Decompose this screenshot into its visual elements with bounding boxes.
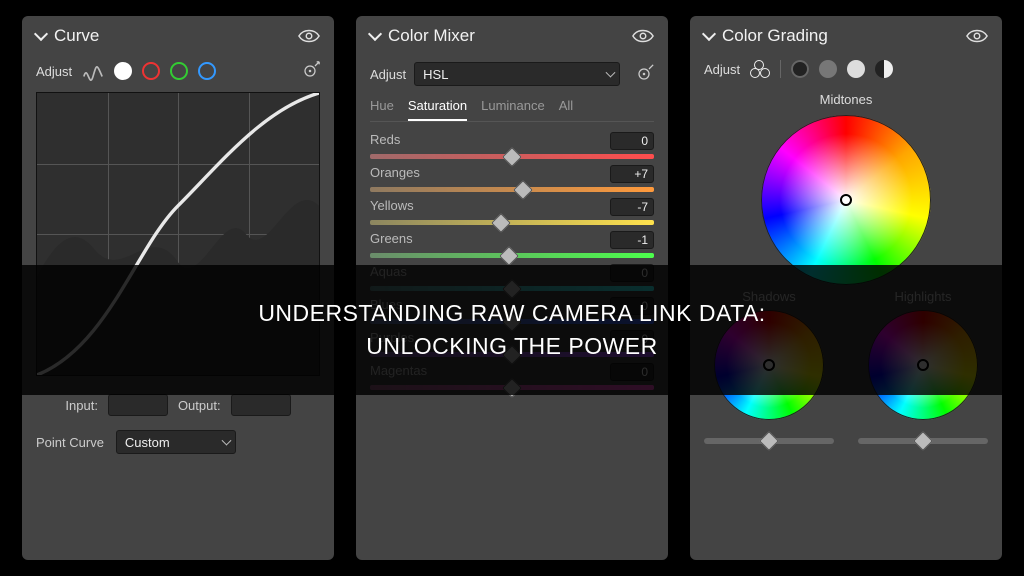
- point-curve-label: Point Curve: [36, 435, 104, 450]
- midtones-label: Midtones: [704, 92, 988, 107]
- slider-track[interactable]: [370, 187, 654, 192]
- slider-track[interactable]: [370, 154, 654, 159]
- slider-label: Greens: [370, 231, 413, 249]
- shadows-wheel-button[interactable]: [791, 60, 809, 78]
- input-label: Input:: [65, 398, 98, 413]
- curve-header[interactable]: Curve: [36, 26, 320, 46]
- highlights-luminance-slider[interactable]: [858, 438, 988, 444]
- point-curve-select[interactable]: Custom: [116, 430, 236, 454]
- slider-value[interactable]: -1: [610, 231, 654, 249]
- three-way-icon[interactable]: [750, 60, 770, 78]
- slider-value[interactable]: -7: [610, 198, 654, 216]
- curve-output-field[interactable]: [231, 394, 291, 416]
- tab-saturation[interactable]: Saturation: [408, 98, 467, 121]
- slider-track[interactable]: [370, 220, 654, 225]
- chevron-down-icon: [368, 27, 382, 41]
- tab-hue[interactable]: Hue: [370, 98, 394, 121]
- mixer-tabs: Hue Saturation Luminance All: [370, 98, 654, 122]
- eye-icon[interactable]: [298, 29, 320, 43]
- tab-luminance[interactable]: Luminance: [481, 98, 545, 121]
- channel-rgb-button[interactable]: [114, 62, 132, 80]
- chevron-down-icon: [702, 27, 716, 41]
- slider-label: Reds: [370, 132, 400, 150]
- slider-label: Yellows: [370, 198, 414, 216]
- midtones-color-wheel[interactable]: [761, 115, 931, 285]
- chevron-down-icon: [34, 27, 48, 41]
- mixer-adjust-select[interactable]: HSL: [414, 62, 620, 86]
- channel-red-button[interactable]: [142, 62, 160, 80]
- targeted-adjust-icon[interactable]: [300, 61, 320, 81]
- slider-label: Oranges: [370, 165, 420, 183]
- slider-oranges: Oranges +7: [370, 165, 654, 192]
- separator: [780, 60, 781, 78]
- eye-icon[interactable]: [966, 29, 988, 43]
- curve-adjust-label: Adjust: [36, 64, 72, 79]
- slider-value[interactable]: 0: [610, 132, 654, 150]
- targeted-adjust-icon[interactable]: [634, 64, 654, 84]
- highlights-wheel-button[interactable]: [847, 60, 865, 78]
- slider-track[interactable]: [370, 253, 654, 258]
- curve-title: Curve: [54, 26, 290, 46]
- mixer-adjust-label: Adjust: [370, 67, 406, 82]
- title-overlay: UNDERSTANDING RAW CAMERA LINK DATA: UNLO…: [0, 265, 1024, 395]
- shadows-luminance-slider[interactable]: [704, 438, 834, 444]
- mixer-header[interactable]: Color Mixer: [370, 26, 654, 46]
- overlay-line2: UNLOCKING THE POWER: [366, 333, 658, 360]
- grading-adjust-label: Adjust: [704, 62, 740, 77]
- midtones-wheel-button[interactable]: [819, 60, 837, 78]
- mixer-title: Color Mixer: [388, 26, 624, 46]
- global-wheel-button[interactable]: [875, 60, 893, 78]
- slider-reds: Reds 0: [370, 132, 654, 159]
- wheel-handle[interactable]: [840, 194, 852, 206]
- tab-all[interactable]: All: [559, 98, 573, 121]
- output-label: Output:: [178, 398, 221, 413]
- slider-greens: Greens -1: [370, 231, 654, 258]
- eye-icon[interactable]: [632, 29, 654, 43]
- grading-title: Color Grading: [722, 26, 958, 46]
- parametric-curve-icon[interactable]: [82, 60, 104, 82]
- slider-yellows: Yellows -7: [370, 198, 654, 225]
- overlay-line1: UNDERSTANDING RAW CAMERA LINK DATA:: [258, 300, 765, 327]
- grading-header[interactable]: Color Grading: [704, 26, 988, 46]
- curve-input-field[interactable]: [108, 394, 168, 416]
- channel-blue-button[interactable]: [198, 62, 216, 80]
- channel-green-button[interactable]: [170, 62, 188, 80]
- slider-value[interactable]: +7: [610, 165, 654, 183]
